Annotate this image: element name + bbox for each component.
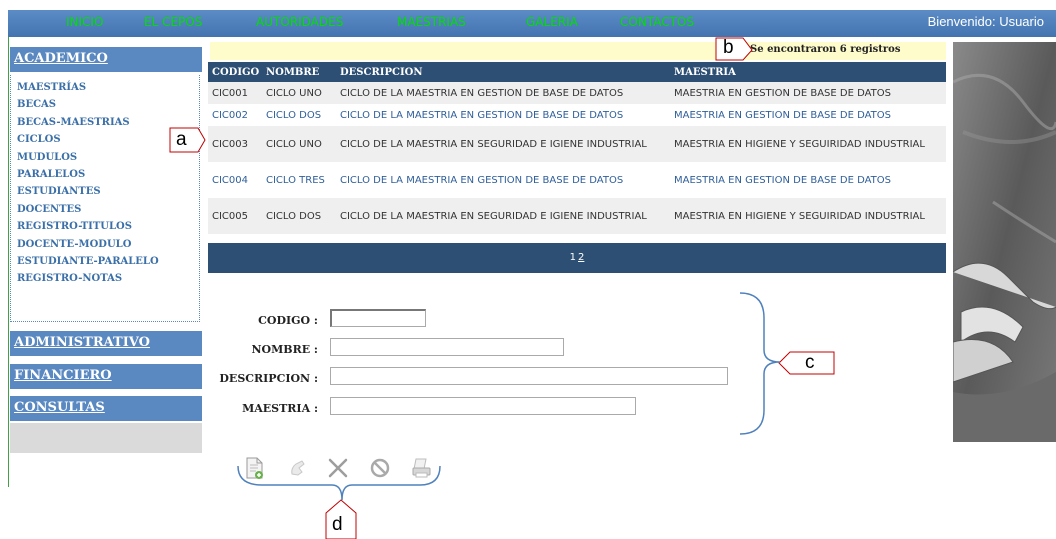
bracket-c	[739, 292, 781, 435]
sidebar-item-registro-notas[interactable]: REGISTRO-NOTAS	[11, 270, 199, 287]
sidebar-section-administrativo[interactable]: ADMINISTRATIVO	[10, 331, 202, 356]
sidebar-section-academico[interactable]: ACADEMICO	[10, 47, 202, 72]
descripcion-label: DESCRIPCION :	[219, 372, 318, 385]
cell-codigo: CIC004	[208, 162, 262, 198]
welcome-text: Bienvenido: Usuario	[927, 14, 1044, 29]
sidebar-section-consultas[interactable]: CONSULTAS	[10, 396, 202, 421]
data-table: CODIGO NOMBRE DESCRIPCION MAESTRIA CIC00…	[208, 62, 946, 234]
sidebar-item-ciclos[interactable]: CICLOS	[11, 131, 199, 148]
table-row[interactable]: CIC004 CICLO TRES CICLO DE LA MAESTRIA E…	[208, 162, 946, 198]
table-header-row: CODIGO NOMBRE DESCRIPCION MAESTRIA	[208, 62, 946, 82]
maestria-input[interactable]	[330, 397, 636, 415]
sidebar-item-registro-titulos[interactable]: REGISTRO-TITULOS	[11, 218, 199, 235]
cell-nombre: CICLO DOS	[262, 104, 336, 126]
sidebar-item-docente-modulo[interactable]: DOCENTE-MODULO	[11, 236, 199, 253]
cell-descripcion: CICLO DE LA MAESTRIA EN GESTION DE BASE …	[336, 162, 670, 198]
cell-nombre: CICLO UNO	[262, 126, 336, 162]
cell-codigo: CIC005	[208, 198, 262, 234]
nav-maestrias[interactable]: MAESTRIAS	[397, 15, 466, 29]
edit-icon[interactable]	[286, 456, 310, 480]
cell-descripcion: CICLO DE LA MAESTRIA EN GESTION DE BASE …	[336, 82, 670, 104]
callout-c-label: c	[805, 352, 815, 373]
cell-descripcion: CICLO DE LA MAESTRIA EN SEGURIDAD E IGIE…	[336, 198, 670, 234]
nombre-input[interactable]	[330, 338, 564, 356]
cell-descripcion: CICLO DE LA MAESTRIA EN GESTION DE BASE …	[336, 104, 670, 126]
sidebar-footer	[10, 423, 202, 453]
top-nav-bar: INICIO EL CEPOS AUTORIDADES MAESTRIAS GA…	[8, 10, 1056, 37]
nav-galeria[interactable]: GALERIA	[526, 15, 578, 29]
page-link-2[interactable]: 2	[578, 252, 584, 263]
nav-el-cepos[interactable]: EL CEPOS	[144, 15, 202, 29]
col-header-maestria[interactable]: MAESTRIA	[670, 62, 946, 82]
sidebar-item-paralelos[interactable]: PARALELOS	[11, 166, 199, 183]
result-count: Se encontraron 6 registros	[750, 44, 901, 55]
cell-codigo: CIC002	[208, 104, 262, 126]
sidebar-item-mudulos[interactable]: MUDULOS	[11, 149, 199, 166]
cell-nombre: CICLO DOS	[262, 198, 336, 234]
cell-maestria: MAESTRIA EN HIGIENE Y SEGUIRIDAD INDUSTR…	[670, 198, 946, 234]
cell-codigo: CIC003	[208, 126, 262, 162]
col-header-codigo[interactable]: CODIGO	[208, 62, 262, 82]
divider	[8, 37, 9, 487]
callout-b-label: b	[723, 37, 734, 58]
col-header-descripcion[interactable]: DESCRIPCION	[336, 62, 670, 82]
table-row[interactable]: CIC001 CICLO UNO CICLO DE LA MAESTRIA EN…	[208, 82, 946, 104]
sidebar-academico-list: MAESTRÍAS BECAS BECAS-MAESTRIAS CICLOS M…	[10, 75, 200, 322]
cell-maestria: MAESTRIA EN GESTION DE BASE DE DATOS	[670, 82, 946, 104]
sidebar-item-docentes[interactable]: DOCENTES	[11, 201, 199, 218]
cell-nombre: CICLO UNO	[262, 82, 336, 104]
cell-maestria: MAESTRIA EN GESTION DE BASE DE DATOS	[670, 104, 946, 126]
table-row[interactable]: CIC003 CICLO UNO CICLO DE LA MAESTRIA EN…	[208, 126, 946, 162]
codigo-input[interactable]	[330, 309, 426, 327]
nav-contactos[interactable]: CONTACTOS	[620, 15, 694, 29]
cell-descripcion: CICLO DE LA MAESTRIA EN SEGURIDAD E IGIE…	[336, 126, 670, 162]
delete-icon[interactable]	[326, 456, 350, 480]
cell-maestria: MAESTRIA EN HIGIENE Y SEGUIRIDAD INDUSTR…	[670, 126, 946, 162]
decorative-artwork	[953, 42, 1056, 442]
maestria-label: MAESTRIA :	[242, 402, 318, 415]
cell-codigo: CIC001	[208, 82, 262, 104]
print-icon[interactable]	[410, 456, 434, 480]
nav-inicio[interactable]: INICIO	[66, 15, 103, 29]
col-header-nombre[interactable]: NOMBRE	[262, 62, 336, 82]
page-link-1[interactable]: 1	[570, 252, 576, 263]
table-row[interactable]: CIC005 CICLO DOS CICLO DE LA MAESTRIA EN…	[208, 198, 946, 234]
new-record-icon[interactable]	[242, 456, 266, 480]
nav-autoridades[interactable]: AUTORIDADES	[256, 15, 343, 29]
sidebar-item-estudiante-paralelo[interactable]: ESTUDIANTE-PARALELO	[11, 253, 199, 270]
cell-maestria: MAESTRIA EN GESTION DE BASE DE DATOS	[670, 162, 946, 198]
sidebar-item-becas[interactable]: BECAS	[11, 96, 199, 113]
cell-nombre: CICLO TRES	[262, 162, 336, 198]
pagination: 12	[208, 243, 946, 273]
table-row[interactable]: CIC002 CICLO DOS CICLO DE LA MAESTRIA EN…	[208, 104, 946, 126]
cancel-icon[interactable]	[368, 456, 392, 480]
callout-a-label: a	[176, 129, 187, 150]
sidebar-section-financiero[interactable]: FINANCIERO	[10, 364, 202, 389]
callout-d-label: d	[332, 514, 343, 535]
sidebar-item-maestrias[interactable]: MAESTRÍAS	[11, 79, 199, 96]
descripcion-input[interactable]	[330, 367, 728, 385]
sidebar-item-becas-maestrias[interactable]: BECAS-MAESTRIAS	[11, 114, 199, 131]
nombre-label: NOMBRE :	[251, 343, 318, 356]
sidebar-item-estudiantes[interactable]: ESTUDIANTES	[11, 183, 199, 200]
codigo-label: CODIGO :	[258, 314, 318, 327]
